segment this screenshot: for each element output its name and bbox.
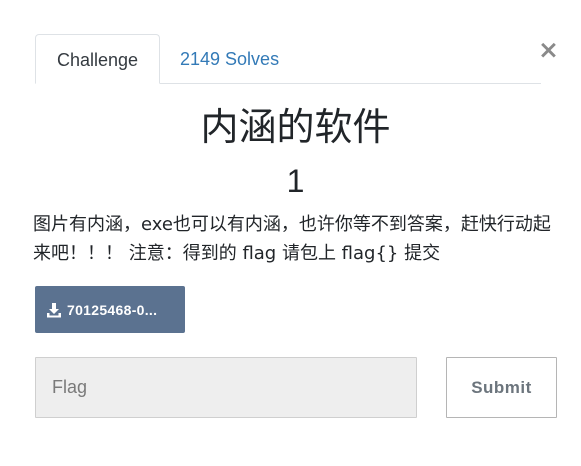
file-download-label: 70125468-0...	[67, 301, 158, 318]
file-download-button[interactable]: 70125468-0...	[35, 286, 185, 333]
challenge-description: 图片有内涵，exe也可以有内涵，也许你等不到答案，赶快行动起来吧！！！ 注意：得…	[33, 214, 551, 264]
tab-challenge[interactable]: Challenge	[35, 34, 160, 84]
download-icon	[47, 302, 61, 317]
close-button[interactable]: ×	[538, 35, 559, 64]
submit-button[interactable]: Submit	[446, 357, 557, 418]
tab-challenge-label: Challenge	[56, 50, 139, 70]
challenge-value: 1	[286, 163, 305, 199]
close-icon[interactable]: ×	[538, 35, 559, 64]
challenge-modal: × Challenge 2149 Solves 内涵的软件 1 图片有内涵，ex…	[0, 0, 581, 466]
tab-solves-label: 2149 Solves	[180, 49, 280, 69]
tab-solves[interactable]: 2149 Solves	[180, 34, 279, 83]
challenge-name: 内涵的软件	[200, 105, 391, 149]
challenge-tabs: Challenge 2149 Solves	[35, 34, 541, 84]
flag-input[interactable]	[35, 357, 417, 418]
